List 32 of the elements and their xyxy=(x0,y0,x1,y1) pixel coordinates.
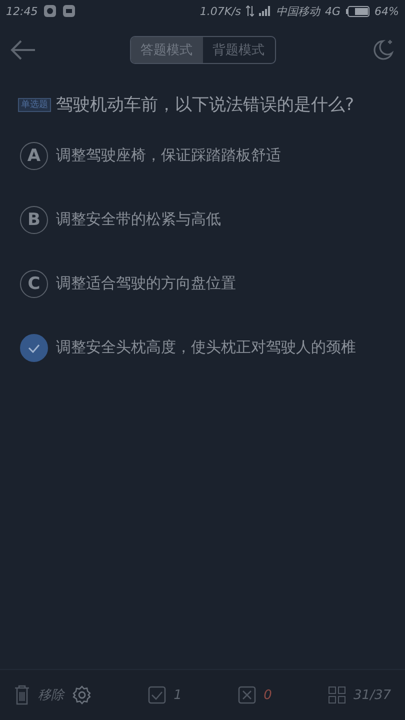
option-letter[interactable]: B xyxy=(20,206,48,234)
question-type-tag: 单选题 xyxy=(18,98,51,112)
remove-label[interactable]: 移除 xyxy=(38,686,64,704)
battery-level: 64% xyxy=(374,4,399,18)
network-type: 4G xyxy=(325,4,341,18)
selected-option-mark[interactable] xyxy=(20,334,48,362)
grid-icon[interactable] xyxy=(328,686,346,704)
wrong-count-icon xyxy=(238,686,256,704)
option-text[interactable]: 调整适合驾驶的方向盘位置 xyxy=(56,270,385,297)
correct-count: 1 xyxy=(174,688,182,702)
option-letter[interactable]: C xyxy=(20,270,48,298)
carrier: 中国移动 xyxy=(276,4,320,18)
option-text[interactable]: 调整驾驶座椅，保证踩踏踏板舒适 xyxy=(56,142,385,169)
signal-icon xyxy=(259,6,272,16)
data-transfer-icon xyxy=(246,5,254,17)
trash-icon[interactable] xyxy=(14,685,30,705)
mode-tab[interactable]: 答题模式 xyxy=(130,37,202,63)
network-speed: 1.07K/s xyxy=(200,4,242,18)
battery-icon xyxy=(346,6,370,16)
time: 12:45 xyxy=(6,4,38,18)
option-letter[interactable]: A xyxy=(20,142,48,170)
back-arrow-icon[interactable] xyxy=(10,40,36,60)
check-icon xyxy=(28,344,40,352)
correct-count-icon xyxy=(148,686,166,704)
mode-tab[interactable]: 背题模式 xyxy=(202,37,274,63)
wrong-count: 0 xyxy=(264,688,272,702)
option-text[interactable]: 调整安全头枕高度，使头枕正对驾驶人的颈椎 xyxy=(56,334,385,361)
question-text: $^{单选题}$ 驾驶机动车前，以下说法错误的是什么? xyxy=(0,78,405,130)
notification-icon xyxy=(42,4,57,18)
app-icon xyxy=(62,4,76,18)
settings-icon[interactable] xyxy=(72,685,92,705)
option-text[interactable]: 调整安全带的松紧与高低 xyxy=(56,206,385,233)
